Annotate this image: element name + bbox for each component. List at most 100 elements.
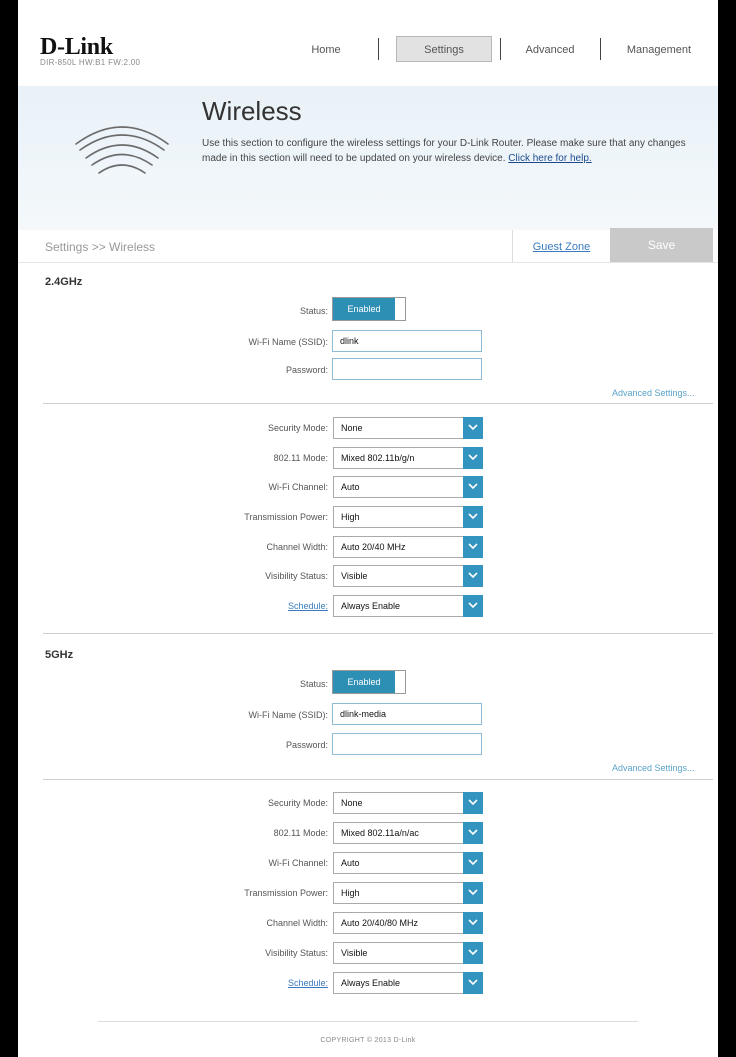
select-value: Always Enable xyxy=(341,978,401,988)
select-value: Mixed 802.11a/n/ac xyxy=(341,828,419,838)
password-label: Password: xyxy=(285,365,328,375)
status-toggle-5ghz[interactable]: Enabled xyxy=(332,670,406,694)
chevron-down-icon xyxy=(463,417,483,439)
mode-label: 802.11 Mode: xyxy=(273,453,328,463)
nav-divider xyxy=(600,38,601,60)
nav-management[interactable]: Management xyxy=(616,44,702,56)
chevron-down-icon xyxy=(463,595,483,617)
status-label: Status: xyxy=(299,679,328,689)
nav-divider xyxy=(378,38,379,60)
password-input-5ghz[interactable] xyxy=(332,733,482,755)
top-header: D-Link DIR-850L HW:B1 FW:2.00 Home Setti… xyxy=(18,0,718,87)
description-text: Use this section to configure the wirele… xyxy=(202,138,686,164)
mode-select-5ghz[interactable]: Mixed 802.11a/n/ac xyxy=(333,822,483,844)
schedule-link-5ghz[interactable]: Schedule: xyxy=(288,978,328,988)
nav-settings[interactable]: Settings xyxy=(398,44,490,56)
breadcrumb-bar: Settings >> Wireless Guest Zone Save xyxy=(18,228,718,263)
status-toggle-24ghz[interactable]: Enabled xyxy=(332,297,406,321)
section-title-24ghz: 2.4GHz xyxy=(45,276,83,288)
schedule-select-24ghz[interactable]: Always Enable xyxy=(333,595,483,617)
password-label: Password: xyxy=(285,740,328,750)
select-value: Auto xyxy=(341,858,360,868)
select-value: Visible xyxy=(341,571,368,581)
channel-select-24ghz[interactable]: Auto xyxy=(333,476,483,498)
power-label: Transmission Power: xyxy=(244,512,328,522)
chevron-down-icon xyxy=(463,476,483,498)
select-value: Mixed 802.11b/g/n xyxy=(341,453,415,463)
divider xyxy=(43,403,713,404)
chevron-down-icon xyxy=(463,912,483,934)
chevron-down-icon xyxy=(463,536,483,558)
page-description: Use this section to configure the wirele… xyxy=(202,136,702,166)
chevron-down-icon xyxy=(463,852,483,874)
advanced-settings-link-5ghz[interactable]: Advanced Settings... xyxy=(612,763,695,773)
wifi-icon xyxy=(75,126,169,174)
chevron-down-icon xyxy=(463,972,483,994)
nav-home[interactable]: Home xyxy=(298,44,354,56)
left-border xyxy=(0,0,18,1057)
mode-label: 802.11 Mode: xyxy=(273,828,328,838)
channel-label: Wi-Fi Channel: xyxy=(268,858,328,868)
visibility-label: Visibility Status: xyxy=(265,948,328,958)
power-label: Transmission Power: xyxy=(244,888,328,898)
footer-copyright: COPYRIGHT © 2013 D-Link xyxy=(320,1037,416,1044)
guest-zone-link[interactable]: Guest Zone xyxy=(512,230,610,262)
advanced-settings-link-24ghz[interactable]: Advanced Settings... xyxy=(612,388,695,398)
select-value: Auto 20/40/80 MHz xyxy=(341,918,419,928)
breadcrumb: Settings >> Wireless xyxy=(45,240,156,254)
width-label: Channel Width: xyxy=(266,542,328,552)
save-button[interactable]: Save xyxy=(610,228,713,262)
status-label: Status: xyxy=(299,306,328,316)
security-mode-select-5ghz[interactable]: None xyxy=(333,792,483,814)
security-mode-label: Security Mode: xyxy=(267,423,328,433)
mode-select-24ghz[interactable]: Mixed 802.11b/g/n xyxy=(333,447,483,469)
schedule-label: Schedule: xyxy=(148,601,328,611)
divider xyxy=(43,779,713,780)
right-border xyxy=(718,0,736,1057)
select-value: Auto xyxy=(341,482,360,492)
page-banner: Wireless Use this section to configure t… xyxy=(18,86,718,230)
help-link[interactable]: Click here for help. xyxy=(508,153,591,164)
nav-divider xyxy=(500,38,501,60)
dlink-logo: D-Link xyxy=(40,34,113,60)
security-mode-select-24ghz[interactable]: None xyxy=(333,417,483,439)
channel-label: Wi-Fi Channel: xyxy=(268,482,328,492)
chevron-down-icon xyxy=(463,942,483,964)
power-select-24ghz[interactable]: High xyxy=(333,506,483,528)
toggle-enabled: Enabled xyxy=(333,671,395,693)
footer-divider xyxy=(98,1021,638,1022)
chevron-down-icon xyxy=(463,565,483,587)
channel-select-5ghz[interactable]: Auto xyxy=(333,852,483,874)
select-value: None xyxy=(341,423,363,433)
toggle-enabled: Enabled xyxy=(333,298,395,320)
ssid-input-24ghz[interactable]: dlink xyxy=(332,330,482,352)
schedule-label: Schedule: xyxy=(148,978,328,988)
select-value: Auto 20/40 MHz xyxy=(341,542,406,552)
model-info: DIR-850L HW:B1 FW:2.00 xyxy=(40,58,141,67)
visibility-select-24ghz[interactable]: Visible xyxy=(333,565,483,587)
width-select-5ghz[interactable]: Auto 20/40/80 MHz xyxy=(333,912,483,934)
chevron-down-icon xyxy=(463,506,483,528)
divider xyxy=(43,633,713,634)
chevron-down-icon xyxy=(463,882,483,904)
select-value: High xyxy=(341,512,360,522)
select-value: Always Enable xyxy=(341,601,401,611)
width-label: Channel Width: xyxy=(266,918,328,928)
page: D-Link DIR-850L HW:B1 FW:2.00 Home Setti… xyxy=(18,0,718,1057)
schedule-link-24ghz[interactable]: Schedule: xyxy=(288,601,328,611)
nav-advanced[interactable]: Advanced xyxy=(512,44,588,56)
security-mode-label: Security Mode: xyxy=(267,798,328,808)
password-input-24ghz[interactable] xyxy=(332,358,482,380)
schedule-select-5ghz[interactable]: Always Enable xyxy=(333,972,483,994)
visibility-select-5ghz[interactable]: Visible xyxy=(333,942,483,964)
power-select-5ghz[interactable]: High xyxy=(333,882,483,904)
ssid-label: Wi-Fi Name (SSID): xyxy=(248,710,329,720)
ssid-label: Wi-Fi Name (SSID): xyxy=(248,337,329,347)
ssid-input-5ghz[interactable]: dlink-media xyxy=(332,703,482,725)
chevron-down-icon xyxy=(463,447,483,469)
chevron-down-icon xyxy=(463,792,483,814)
visibility-label: Visibility Status: xyxy=(265,571,328,581)
width-select-24ghz[interactable]: Auto 20/40 MHz xyxy=(333,536,483,558)
chevron-down-icon xyxy=(463,822,483,844)
select-value: None xyxy=(341,798,363,808)
